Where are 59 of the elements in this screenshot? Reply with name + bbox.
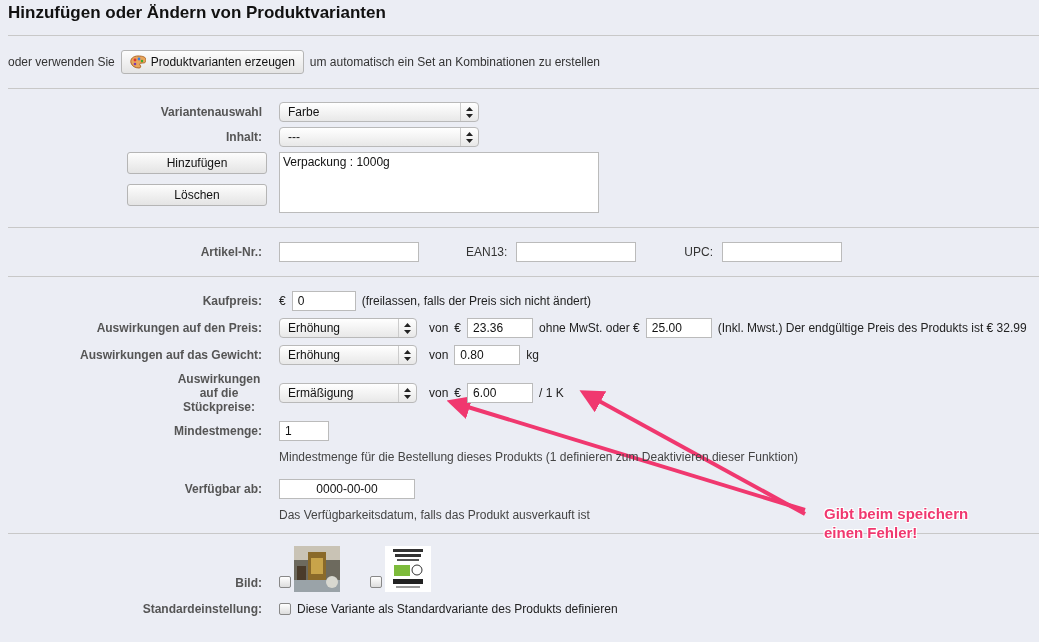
action-button[interactable]: Hinzufügen (127, 152, 267, 174)
field-text: kg (526, 348, 540, 362)
field-text: / 1 K (539, 386, 564, 400)
input-field[interactable]: 0 (291, 291, 356, 311)
field-label: Verfügbar ab: (183, 481, 262, 496)
dropdown[interactable]: Erhöhung (279, 345, 417, 365)
input-field[interactable] (516, 242, 637, 262)
dropdown[interactable]: --- (279, 127, 479, 147)
field-label: Kaufpreis: (201, 294, 262, 308)
intro-text: oder verwenden Sie (8, 55, 115, 69)
updown-caret-icon (404, 322, 411, 334)
checkbox[interactable] (279, 603, 291, 615)
input-field[interactable]: 6.00 (467, 383, 534, 403)
field-text: (freilassen, falls der Preis sich nicht ändert) (361, 294, 592, 308)
field-text: (Inkl. Mwst.) Der endgültige Preis des Produkts ist € 32.99 (717, 321, 1027, 335)
input-field[interactable]: 0000-00-00 (279, 479, 415, 499)
checkbox[interactable] (279, 576, 291, 588)
field-label: Inhalt: (225, 130, 262, 144)
field-label: Variantenauswahl (159, 105, 262, 119)
field-label: Mindestmenge: (173, 423, 262, 438)
field-label: EAN13: (466, 245, 508, 259)
combination-list[interactable]: Verpackung : 1000g (279, 152, 599, 213)
field-text: € (279, 294, 286, 308)
input-field[interactable]: 1 (279, 421, 329, 441)
input-field[interactable]: 0.80 (454, 345, 521, 365)
field-text: € (454, 386, 462, 400)
field-label: Artikel-Nr.: (199, 245, 262, 259)
input-field[interactable] (722, 242, 843, 262)
help-text: Das Verfügbarkeitsdatum, falls das Produkt ausverkauft ist (279, 508, 590, 522)
field-label: UPC: (684, 245, 714, 259)
intro-text: um automatisch ein Set an Kombinationen zu erstellen (309, 55, 600, 69)
input-field[interactable]: 23.36 (467, 318, 534, 338)
checkbox[interactable] (370, 576, 382, 588)
list-item[interactable]: Verpackung : 1000g (283, 155, 595, 169)
dropdown[interactable]: Farbe (279, 102, 479, 122)
input-field[interactable] (279, 242, 419, 262)
field-text: von (429, 321, 449, 335)
action-button[interactable]: Löschen (127, 184, 267, 206)
field-text: ohne MwSt. oder € (539, 321, 640, 335)
checkbox-label: Diese Variante als Standardvariante des Produkts definieren (297, 602, 618, 616)
field-text: von (429, 348, 449, 362)
updown-caret-icon (466, 106, 473, 118)
palette-icon (129, 55, 146, 69)
dropdown[interactable]: Ermäßigung (279, 383, 417, 403)
field-label: Auswirkungen auf den Preis: (95, 321, 262, 335)
field-label: Auswirkungen auf das Gewicht: (78, 348, 262, 362)
input-field[interactable]: 25.00 (645, 318, 712, 338)
updown-caret-icon (466, 131, 473, 143)
annotation-text: Gibt beim speichern einen Fehler! (824, 504, 969, 542)
page-title: Hinzufügen oder Ändern von Produktvarianten (7, 2, 387, 24)
field-label: Auswirkungen auf die Stückpreise: (176, 372, 262, 414)
dropdown[interactable]: Erhöhung (279, 318, 417, 338)
field-text: € (454, 321, 462, 335)
field-label: Standardeinstellung: (141, 602, 262, 616)
updown-caret-icon (404, 387, 411, 399)
field-text: von (429, 386, 449, 400)
field-label: Bild: (234, 576, 262, 592)
updown-caret-icon (404, 349, 411, 361)
generate-variants-button[interactable]: Produktvarianten erzeugen (120, 50, 304, 74)
